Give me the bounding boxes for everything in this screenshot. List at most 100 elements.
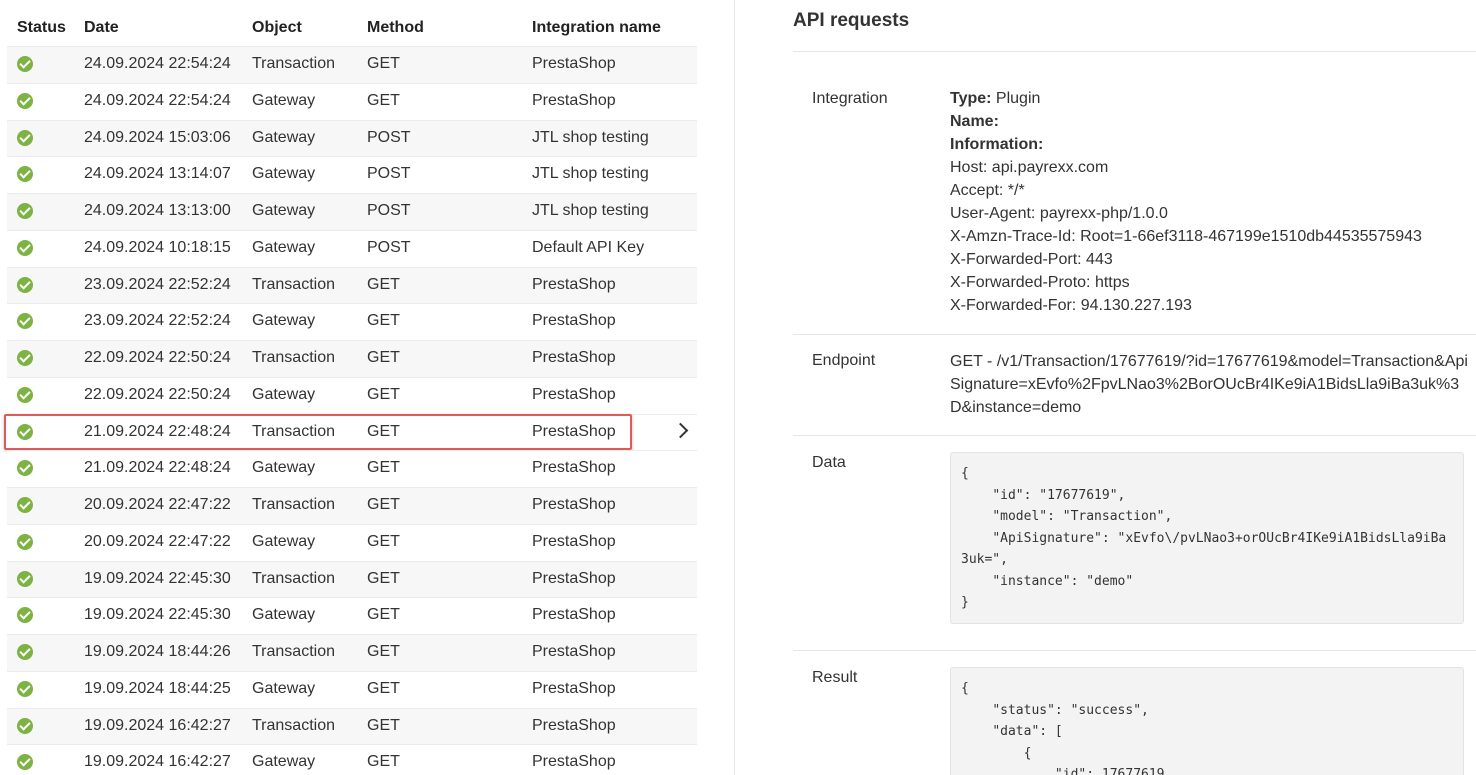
- row-date: 20.09.2024 22:47:22: [84, 532, 231, 550]
- row-object: Gateway: [252, 532, 316, 550]
- table-row[interactable]: 24.09.2024 10:18:15 Gateway POST Default AP…: [7, 229, 697, 267]
- header-object[interactable]: Object: [252, 19, 302, 37]
- header-status[interactable]: Status: [17, 19, 66, 37]
- success-check-icon: [17, 239, 33, 256]
- success-check-icon: [17, 313, 33, 330]
- endpoint-section: Endpoint GET - /v1/Transaction/17677619/…: [793, 334, 1476, 435]
- detail-title: API requests: [793, 10, 910, 31]
- row-date: 19.09.2024 22:45:30: [84, 606, 231, 624]
- row-object: Transaction: [252, 55, 335, 72]
- endpoint-value: GET - /v1/Transaction/17677619/?id=17677…: [950, 353, 1468, 416]
- row-object: Gateway: [252, 91, 316, 109]
- data-label: Data: [812, 454, 846, 471]
- result-section: Result { "status": "success", "data": [ …: [793, 650, 1476, 775]
- row-method: GET: [367, 275, 400, 293]
- header-method[interactable]: Method: [367, 19, 424, 37]
- table-row[interactable]: 24.09.2024 13:13:00 Gateway POST JTL shop t…: [7, 193, 697, 230]
- row-method: GET: [367, 312, 400, 330]
- row-method: POST: [367, 202, 411, 219]
- row-integration-name: PrestaShop: [532, 532, 616, 550]
- table-row[interactable]: 22.09.2024 22:50:24 Gateway GET PrestaShop: [7, 376, 697, 414]
- table-row[interactable]: 21.09.2024 22:48:24 Gateway GET PrestaShop: [7, 450, 697, 487]
- row-object: Gateway: [252, 679, 316, 697]
- row-integration-name: PrestaShop: [532, 569, 616, 587]
- table-row[interactable]: 20.09.2024 22:47:22 Gateway GET PrestaShop: [7, 523, 697, 561]
- row-integration-name: PrestaShop: [532, 496, 616, 513]
- row-date: 19.09.2024 16:42:27: [84, 753, 231, 771]
- success-check-icon: [17, 129, 33, 146]
- table-row[interactable]: 24.09.2024 13:14:07 Gateway POST JTL shop t…: [7, 156, 697, 193]
- integration-body: Type: Plugin Name: Information: Host: ap…: [950, 87, 1422, 317]
- row-object: Transaction: [252, 422, 335, 440]
- table-row[interactable]: 21.09.2024 22:48:24 Transaction GET PrestaS…: [4, 413, 697, 451]
- row-date: 24.09.2024 10:18:15: [84, 238, 231, 256]
- row-integration-name: PrestaShop: [532, 716, 616, 734]
- information-line: User-Agent: payrexx-php/1.0.0: [950, 205, 1168, 222]
- table-row[interactable]: 19.09.2024 22:45:30 Transaction GET PrestaS…: [7, 560, 697, 598]
- row-method: GET: [367, 532, 400, 550]
- table-row[interactable]: 19.09.2024 18:44:26 Transaction GET PrestaS…: [7, 634, 697, 671]
- row-method: GET: [367, 459, 400, 477]
- row-date: 19.09.2024 18:44:25: [84, 679, 231, 697]
- row-date: 24.09.2024 13:13:00: [84, 202, 231, 219]
- name-key: Name:: [950, 113, 999, 130]
- list-header: Status Date Object Method Integration na…: [7, 10, 697, 46]
- table-row[interactable]: 19.09.2024 18:44:25 Gateway GET PrestaShop: [7, 670, 697, 708]
- row-date: 20.09.2024 22:47:22: [84, 496, 231, 513]
- success-check-icon: [17, 203, 33, 219]
- row-integration-name: PrestaShop: [532, 459, 616, 477]
- table-row[interactable]: 23.09.2024 22:52:24 Transaction GET PrestaS…: [7, 266, 697, 304]
- row-object: Gateway: [252, 312, 316, 330]
- row-integration-name: PrestaShop: [532, 312, 616, 330]
- request-list-pane: Status Date Object Method Integration na…: [0, 0, 735, 775]
- row-integration-name: JTL shop testing: [532, 165, 649, 183]
- row-method: POST: [367, 128, 411, 146]
- information-line: Accept: */*: [950, 182, 1025, 199]
- row-date: 23.09.2024 22:52:24: [84, 312, 231, 330]
- row-date: 23.09.2024 22:52:24: [84, 275, 231, 293]
- type-value: Plugin: [991, 90, 1041, 107]
- row-integration-name: PrestaShop: [532, 275, 616, 293]
- row-method: GET: [367, 349, 400, 366]
- success-check-icon: [17, 570, 33, 587]
- row-date: 24.09.2024 13:14:07: [84, 165, 231, 183]
- row-integration-name: PrestaShop: [532, 422, 616, 440]
- integration-name: Name:: [950, 110, 1422, 133]
- row-date: 19.09.2024 22:45:30: [84, 569, 231, 587]
- row-integration-name: JTL shop testing: [532, 202, 649, 219]
- header-integration-name[interactable]: Integration name: [532, 19, 661, 37]
- success-check-icon: [17, 166, 33, 183]
- row-integration-name: PrestaShop: [532, 55, 616, 72]
- row-integration-name: JTL shop testing: [532, 128, 649, 146]
- row-object: Gateway: [252, 753, 316, 771]
- information-lines: Host: api.payrexx.com Accept: */* User-Age…: [950, 156, 1422, 317]
- row-object: Transaction: [252, 716, 335, 734]
- row-object: Gateway: [252, 202, 316, 219]
- request-rows: 24.09.2024 22:54:24 Transaction GET PrestaS…: [4, 46, 697, 775]
- success-check-icon: [17, 386, 33, 403]
- table-row[interactable]: 23.09.2024 22:52:24 Gateway GET PrestaShop: [7, 303, 697, 340]
- table-row[interactable]: 19.09.2024 16:42:27 Gateway GET PrestaShop: [7, 744, 697, 775]
- table-row[interactable]: 19.09.2024 22:45:30 Gateway GET PrestaShop: [7, 597, 697, 634]
- table-row[interactable]: 24.09.2024 22:54:24 Transaction GET PrestaS…: [7, 46, 697, 83]
- type-key: Type:: [950, 90, 992, 107]
- row-object: Gateway: [252, 128, 316, 146]
- table-row[interactable]: 19.09.2024 16:42:27 Transaction GET PrestaS…: [7, 707, 697, 745]
- table-row[interactable]: 20.09.2024 22:47:22 Transaction GET PrestaS…: [7, 487, 697, 524]
- success-check-icon: [17, 423, 33, 440]
- row-method: GET: [367, 606, 400, 624]
- row-object: Transaction: [252, 275, 335, 293]
- header-date[interactable]: Date: [84, 19, 119, 37]
- success-check-icon: [17, 644, 33, 660]
- row-object: Transaction: [252, 496, 335, 513]
- success-check-icon: [17, 680, 33, 697]
- table-row[interactable]: 24.09.2024 15:03:06 Gateway POST JTL shop t…: [7, 119, 697, 157]
- chevron-right-icon[interactable]: [672, 422, 689, 438]
- row-method: GET: [367, 422, 400, 440]
- table-row[interactable]: 22.09.2024 22:50:24 Transaction GET PrestaS…: [7, 340, 697, 377]
- row-object: Gateway: [252, 238, 316, 256]
- success-check-icon: [17, 754, 33, 771]
- row-integration-name: PrestaShop: [532, 679, 616, 697]
- row-method: GET: [367, 679, 400, 697]
- table-row[interactable]: 24.09.2024 22:54:24 Gateway GET PrestaShop: [7, 82, 697, 120]
